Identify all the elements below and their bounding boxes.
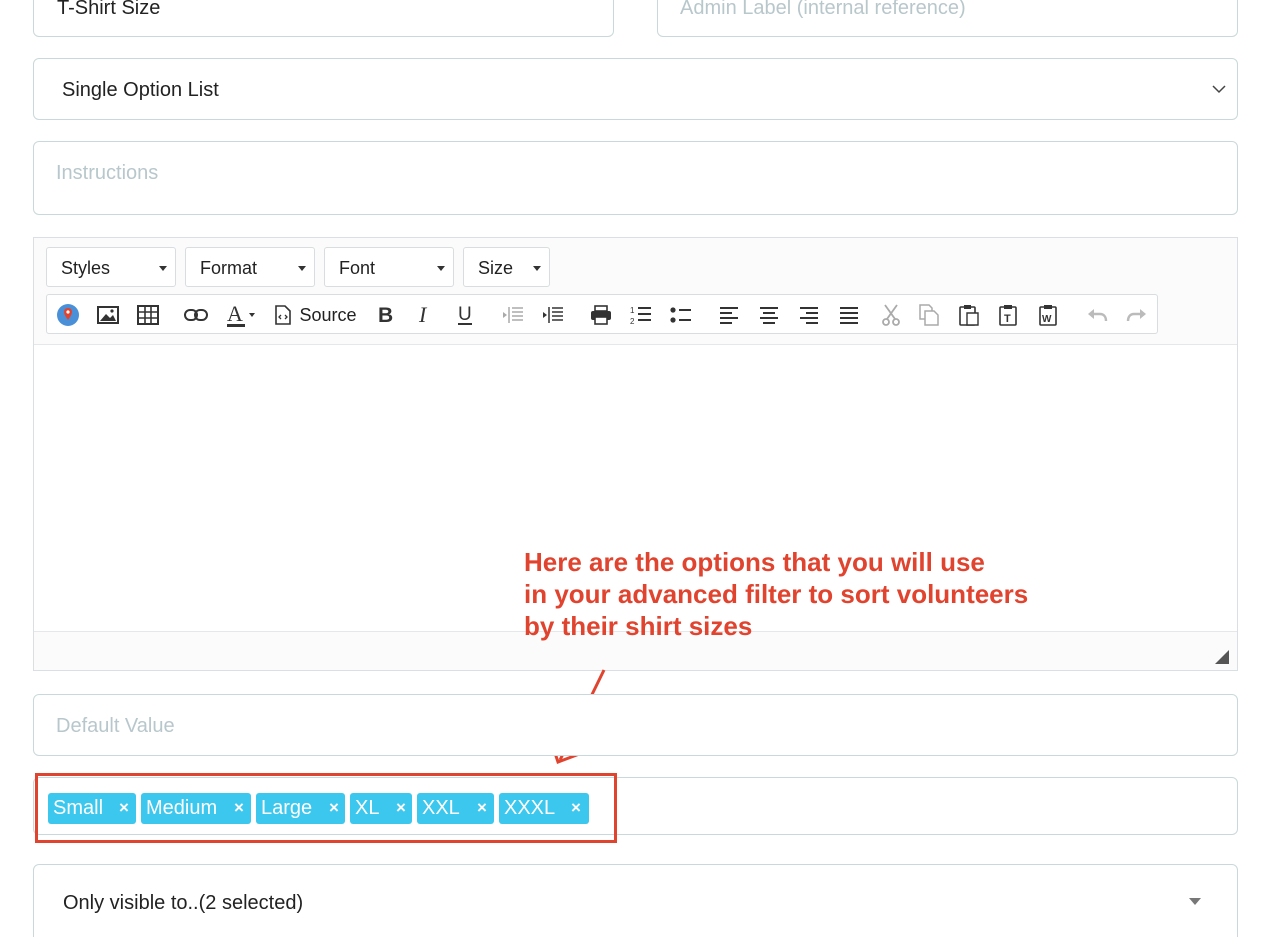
option-tag-medium: Medium × bbox=[141, 793, 251, 824]
option-tag-small: Small × bbox=[48, 793, 136, 824]
caret-down-icon bbox=[298, 266, 306, 271]
undo-icon[interactable] bbox=[1085, 301, 1109, 329]
align-center-icon[interactable] bbox=[757, 301, 781, 329]
editor-toolbar: A Source B I U 12 T W bbox=[46, 294, 1158, 334]
svg-text:B: B bbox=[378, 304, 393, 326]
indent-icon[interactable] bbox=[541, 301, 565, 329]
svg-text:1: 1 bbox=[630, 306, 635, 315]
cut-icon[interactable] bbox=[879, 301, 903, 329]
svg-text:I: I bbox=[418, 304, 428, 326]
caret-down-icon bbox=[1189, 898, 1201, 905]
visibility-select[interactable]: Only visible to..(2 selected) bbox=[33, 864, 1238, 937]
bullet-list-icon[interactable] bbox=[669, 301, 693, 329]
caret-down-icon bbox=[159, 266, 167, 271]
source-label: Source bbox=[299, 304, 357, 325]
redo-icon[interactable] bbox=[1125, 301, 1149, 329]
remove-tag-icon[interactable]: × bbox=[396, 798, 406, 818]
justify-icon[interactable] bbox=[837, 301, 861, 329]
align-right-icon[interactable] bbox=[797, 301, 821, 329]
chevron-down-icon bbox=[1212, 85, 1226, 94]
format-dropdown[interactable]: Format bbox=[185, 247, 315, 287]
default-value-input-wrapper bbox=[33, 694, 1238, 756]
size-dropdown[interactable]: Size bbox=[463, 247, 550, 287]
copy-icon[interactable] bbox=[917, 301, 941, 329]
italic-icon[interactable]: I bbox=[413, 301, 437, 329]
source-icon bbox=[275, 305, 292, 325]
remove-tag-icon[interactable]: × bbox=[234, 798, 244, 818]
numbered-list-icon[interactable]: 12 bbox=[629, 301, 653, 329]
svg-text:W: W bbox=[1042, 314, 1052, 325]
admin-label-input-wrapper bbox=[657, 0, 1238, 37]
field-type-value: Single Option List bbox=[62, 79, 219, 101]
remove-tag-icon[interactable]: × bbox=[329, 798, 339, 818]
styles-dropdown[interactable]: Styles bbox=[46, 247, 176, 287]
svg-text:A: A bbox=[227, 302, 243, 326]
annotation-text: Here are the options that you will use i… bbox=[524, 547, 1029, 641]
remove-tag-icon[interactable]: × bbox=[571, 798, 581, 818]
instructions-input[interactable] bbox=[56, 162, 1206, 185]
visibility-value: Only visible to..(2 selected) bbox=[63, 892, 304, 914]
image-icon[interactable] bbox=[95, 301, 121, 329]
option-tag-xl: XL × bbox=[350, 793, 412, 824]
svg-text:T: T bbox=[1004, 313, 1011, 325]
paste-text-icon[interactable]: T bbox=[997, 301, 1021, 329]
field-type-select[interactable]: Single Option List bbox=[33, 58, 1238, 120]
svg-text:U: U bbox=[458, 304, 472, 325]
svg-text:2: 2 bbox=[630, 317, 635, 325]
paste-word-icon[interactable]: W bbox=[1037, 301, 1061, 329]
admin-label-input[interactable] bbox=[680, 0, 1220, 20]
link-icon[interactable] bbox=[183, 301, 209, 329]
instructions-input-wrapper bbox=[33, 141, 1238, 215]
default-value-input[interactable] bbox=[56, 715, 1206, 738]
align-left-icon[interactable] bbox=[717, 301, 741, 329]
option-tag-xxl: XXL × bbox=[417, 793, 494, 824]
source-button[interactable]: Source bbox=[273, 301, 359, 329]
table-icon[interactable] bbox=[135, 301, 161, 329]
remove-tag-icon[interactable]: × bbox=[477, 798, 487, 818]
text-color-icon[interactable]: A bbox=[225, 301, 261, 329]
underline-icon[interactable]: U bbox=[453, 301, 477, 329]
map-icon[interactable] bbox=[55, 301, 81, 329]
print-icon[interactable] bbox=[589, 301, 613, 329]
font-dropdown[interactable]: Font bbox=[324, 247, 454, 287]
option-tag-xxxl: XXXL × bbox=[499, 793, 589, 824]
resize-handle-icon[interactable] bbox=[1215, 650, 1229, 664]
field-name-input[interactable] bbox=[57, 0, 597, 20]
field-name-input-wrapper bbox=[33, 0, 614, 37]
caret-down-icon bbox=[533, 266, 541, 271]
paste-icon[interactable] bbox=[957, 301, 981, 329]
outdent-icon[interactable] bbox=[501, 301, 525, 329]
caret-down-icon bbox=[437, 266, 445, 271]
bold-icon[interactable]: B bbox=[373, 301, 397, 329]
remove-tag-icon[interactable]: × bbox=[119, 798, 129, 818]
option-tag-large: Large × bbox=[256, 793, 345, 824]
